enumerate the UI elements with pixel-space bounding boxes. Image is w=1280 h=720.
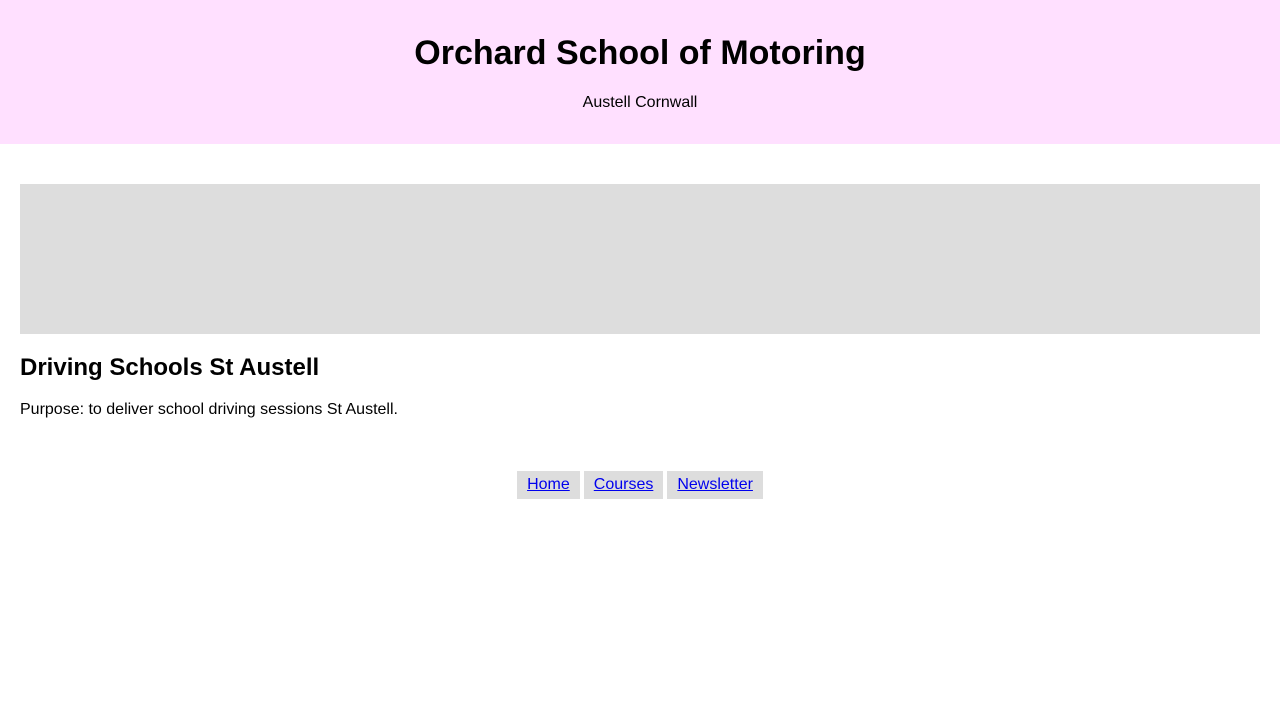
section-heading: Driving Schools St Austell <box>20 354 320 381</box>
nav-link-newsletter[interactable]: Newsletter <box>667 471 763 499</box>
nav-link-home[interactable]: Home <box>517 471 580 499</box>
site-header: Orchard School of Motoring Austell Cornw… <box>0 0 1280 144</box>
hero-image-placeholder <box>20 184 1260 334</box>
section-description: Purpose: to deliver school driving sessi… <box>20 401 398 418</box>
footer-nav: Home Courses Newsletter <box>0 471 1280 499</box>
site-location: Austell Cornwall <box>582 94 698 111</box>
page-title: Orchard School of Motoring <box>414 34 866 72</box>
nav-link-courses[interactable]: Courses <box>583 471 664 499</box>
